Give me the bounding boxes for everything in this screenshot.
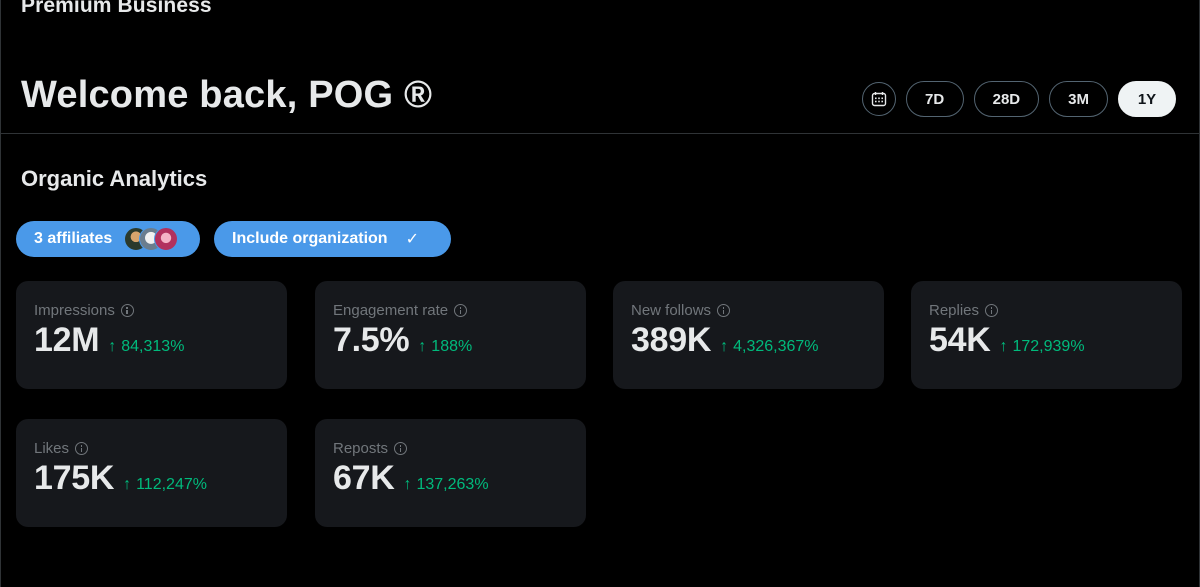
analytics-page: Premium Business Welcome back, POG ® 7D … (0, 0, 1200, 587)
metric-label: Likes (34, 440, 70, 457)
metric-change: ↑ 84,313% (108, 338, 184, 356)
arrow-up-icon: ↑ (403, 476, 412, 493)
arrow-up-icon: ↑ (123, 476, 132, 493)
affiliate-avatars (124, 227, 179, 251)
arrow-up-icon: ↑ (418, 338, 427, 355)
info-icon[interactable] (394, 442, 408, 455)
metric-card-new-follows[interactable]: New follows 389K ↑ 4,326,367% (613, 281, 884, 389)
metric-value: 389K (631, 321, 712, 359)
metric-label: New follows (631, 302, 712, 319)
account-tier-title: Premium Business (21, 0, 212, 17)
arrow-up-icon: ↑ (720, 338, 729, 355)
affiliates-chip[interactable]: 3 affiliates (16, 221, 200, 257)
metric-change-value: 84,313% (121, 338, 185, 355)
info-icon[interactable] (120, 304, 134, 317)
range-1y-button[interactable]: 1Y (1118, 81, 1176, 117)
metric-change-value: 137,263% (416, 476, 489, 493)
range-3m-button[interactable]: 3M (1049, 81, 1108, 117)
include-organization-label: Include organization (232, 230, 388, 247)
arrow-up-icon: ↑ (999, 338, 1008, 355)
metric-change: ↑ 4,326,367% (720, 338, 818, 356)
header-divider (1, 133, 1199, 134)
metric-card-impressions[interactable]: Impressions 12M ↑ 84,313% (16, 281, 287, 389)
metric-label: Impressions (34, 302, 115, 319)
metric-value: 175K (34, 459, 115, 497)
metric-value: 67K (333, 459, 395, 497)
metric-change-value: 112,247% (136, 476, 207, 493)
metric-label: Replies (929, 302, 980, 319)
metric-value: 7.5% (333, 321, 410, 359)
info-icon[interactable] (454, 304, 468, 317)
metric-change: ↑ 172,939% (999, 338, 1084, 356)
metric-card-reposts[interactable]: Reposts 67K ↑ 137,263% (315, 419, 586, 527)
calendar-icon (871, 92, 886, 107)
metric-label: Reposts (333, 440, 389, 457)
metric-change: ↑ 188% (418, 338, 472, 356)
section-title: Organic Analytics (21, 166, 208, 191)
affiliates-label: 3 affiliates (34, 230, 113, 247)
metric-value: 54K (929, 321, 991, 359)
range-7d-button[interactable]: 7D (905, 81, 964, 117)
avatar (154, 227, 179, 251)
include-organization-chip[interactable]: Include organization ✓ (214, 221, 451, 257)
metric-card-likes[interactable]: Likes 175K ↑ 112,247% (16, 419, 287, 527)
info-icon[interactable] (717, 304, 731, 317)
metric-value: 12M (34, 321, 100, 359)
metric-label: Engagement rate (333, 302, 449, 319)
welcome-heading: Welcome back, POG ® (21, 74, 433, 116)
info-icon[interactable] (985, 304, 999, 317)
metric-change-value: 4,326,367% (733, 338, 819, 355)
metric-change: ↑ 112,247% (123, 476, 207, 494)
date-range-controls: 7D 28D 3M 1Y (861, 81, 1176, 117)
metric-change: ↑ 137,263% (403, 476, 488, 494)
metric-card-engagement-rate[interactable]: Engagement rate 7.5% ↑ 188% (315, 281, 586, 389)
metric-card-replies[interactable]: Replies 54K ↑ 172,939% (911, 281, 1182, 389)
checkmark-icon: ✓ (405, 231, 419, 248)
range-28d-button[interactable]: 28D (973, 81, 1040, 117)
info-icon[interactable] (75, 442, 89, 455)
calendar-button[interactable] (861, 82, 896, 116)
metric-change-value: 188% (431, 338, 473, 355)
metric-change-value: 172,939% (1012, 338, 1085, 355)
arrow-up-icon: ↑ (108, 338, 117, 355)
